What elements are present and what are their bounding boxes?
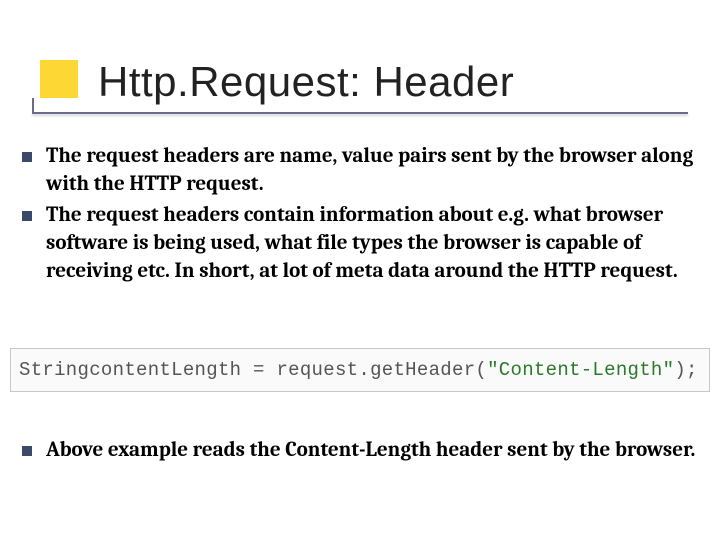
code-paren-close: );	[674, 359, 697, 381]
code-method: getHeader	[370, 359, 475, 381]
square-bullet-icon	[22, 446, 32, 456]
slide: Http.Request: Header The request headers…	[0, 0, 720, 540]
square-bullet-icon	[22, 211, 32, 221]
bullet-list-bottom: Above example reads the Content-Length h…	[22, 436, 698, 466]
code-paren-open: (	[475, 359, 487, 381]
code-obj: request	[276, 359, 358, 381]
bullet-text: Above example reads the Content-Length h…	[46, 436, 695, 464]
slide-title: Http.Request: Header	[98, 58, 514, 106]
list-item: The request headers contain information …	[22, 201, 698, 286]
title-accent-square	[40, 60, 78, 98]
code-snippet: String contentLength = request.getHeader…	[10, 348, 710, 392]
list-item: The request headers are name, value pair…	[22, 142, 698, 199]
square-bullet-icon	[22, 152, 32, 162]
bullet-list-top: The request headers are name, value pair…	[22, 142, 698, 288]
list-item: Above example reads the Content-Length h…	[22, 436, 698, 464]
code-op: =	[241, 359, 276, 381]
title-underline	[32, 112, 688, 114]
code-string: "Content-Length"	[487, 359, 674, 381]
bullet-text: The request headers are name, value pair…	[46, 142, 698, 199]
code-var: contentLength	[89, 359, 241, 381]
code-dot: .	[358, 359, 370, 381]
code-keyword: String	[19, 359, 89, 381]
bullet-text: The request headers contain information …	[46, 201, 698, 286]
